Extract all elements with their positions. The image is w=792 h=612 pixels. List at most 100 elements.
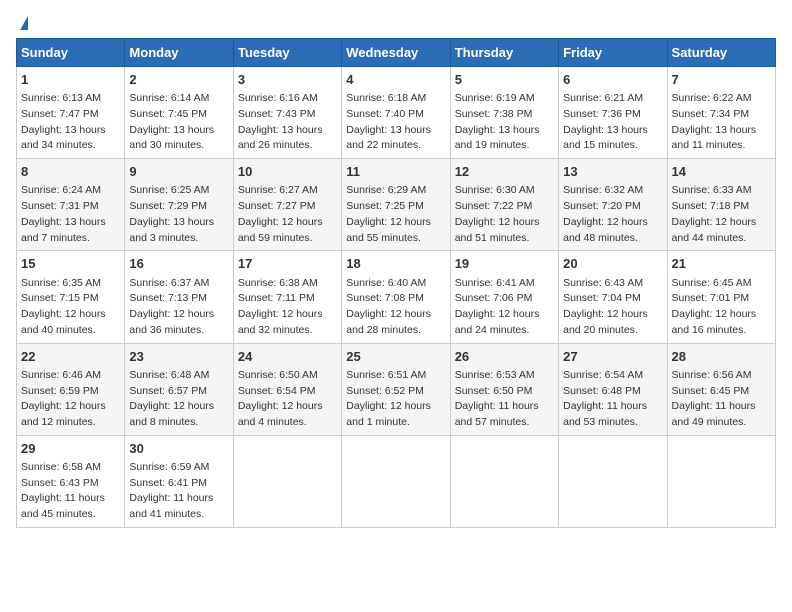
calendar-cell: 5 Sunrise: 6:19 AM Sunset: 7:38 PM Daylig… xyxy=(450,67,558,159)
day-number: 5 xyxy=(455,71,554,89)
calendar-header-sunday: Sunday xyxy=(17,39,125,67)
day-number: 12 xyxy=(455,163,554,181)
day-number: 30 xyxy=(129,440,228,458)
day-info: Sunrise: 6:19 AM Sunset: 7:38 PM Dayligh… xyxy=(455,91,554,154)
calendar-cell: 16 Sunrise: 6:37 AM Sunset: 7:13 PM Dayli… xyxy=(125,251,233,343)
day-info: Sunrise: 6:25 AM Sunset: 7:29 PM Dayligh… xyxy=(129,183,228,246)
day-info: Sunrise: 6:41 AM Sunset: 7:06 PM Dayligh… xyxy=(455,276,554,339)
day-number: 6 xyxy=(563,71,662,89)
day-number: 21 xyxy=(672,255,771,273)
calendar-week-row-2: 8 Sunrise: 6:24 AM Sunset: 7:31 PM Daylig… xyxy=(17,159,776,251)
calendar-cell: 28Sunrise: 6:56 AM Sunset: 6:45 PM Dayli… xyxy=(667,343,775,435)
day-number: 1 xyxy=(21,71,120,89)
day-info: Sunrise: 6:24 AM Sunset: 7:31 PM Dayligh… xyxy=(21,183,120,246)
day-info: Sunrise: 6:54 AM Sunset: 6:48 PM Dayligh… xyxy=(563,368,662,431)
day-number: 14 xyxy=(672,163,771,181)
calendar-header-saturday: Saturday xyxy=(667,39,775,67)
day-number: 20 xyxy=(563,255,662,273)
calendar-cell: 24 Sunrise: 6:50 AM Sunset: 6:54 PM Dayli… xyxy=(233,343,341,435)
day-info: Sunrise: 6:46 AM Sunset: 6:59 PM Dayligh… xyxy=(21,368,120,431)
calendar-cell: 22 Sunrise: 6:46 AM Sunset: 6:59 PM Dayli… xyxy=(17,343,125,435)
calendar-table: SundayMondayTuesdayWednesdayThursdayFrid… xyxy=(16,38,776,528)
day-number: 27 xyxy=(563,348,662,366)
day-info: Sunrise: 6:43 AM Sunset: 7:04 PM Dayligh… xyxy=(563,276,662,339)
day-number: 11 xyxy=(346,163,445,181)
calendar-header-wednesday: Wednesday xyxy=(342,39,450,67)
calendar-cell: 15 Sunrise: 6:35 AM Sunset: 7:15 PM Dayli… xyxy=(17,251,125,343)
day-info: Sunrise: 6:21 AM Sunset: 7:36 PM Dayligh… xyxy=(563,91,662,154)
day-info: Sunrise: 6:50 AM Sunset: 6:54 PM Dayligh… xyxy=(238,368,337,431)
logo-triangle-icon xyxy=(20,16,28,30)
day-number: 22 xyxy=(21,348,120,366)
day-info: Sunrise: 6:37 AM Sunset: 7:13 PM Dayligh… xyxy=(129,276,228,339)
day-info: Sunrise: 6:13 AM Sunset: 7:47 PM Dayligh… xyxy=(21,91,120,154)
day-info: Sunrise: 6:35 AM Sunset: 7:15 PM Dayligh… xyxy=(21,276,120,339)
day-number: 24 xyxy=(238,348,337,366)
day-info: Sunrise: 6:18 AM Sunset: 7:40 PM Dayligh… xyxy=(346,91,445,154)
day-number: 19 xyxy=(455,255,554,273)
calendar-cell xyxy=(233,435,341,527)
calendar-cell: 13 Sunrise: 6:32 AM Sunset: 7:20 PM Dayli… xyxy=(559,159,667,251)
day-number: 15 xyxy=(21,255,120,273)
calendar-cell: 29 Sunrise: 6:58 AM Sunset: 6:43 PM Dayli… xyxy=(17,435,125,527)
day-number: 29 xyxy=(21,440,120,458)
day-info: Sunrise: 6:22 AM Sunset: 7:34 PM Dayligh… xyxy=(672,91,771,154)
calendar-header-monday: Monday xyxy=(125,39,233,67)
calendar-cell: 3 Sunrise: 6:16 AM Sunset: 7:43 PM Daylig… xyxy=(233,67,341,159)
day-number: 16 xyxy=(129,255,228,273)
day-info: Sunrise: 6:30 AM Sunset: 7:22 PM Dayligh… xyxy=(455,183,554,246)
calendar-header-thursday: Thursday xyxy=(450,39,558,67)
calendar-cell: 10 Sunrise: 6:27 AM Sunset: 7:27 PM Dayli… xyxy=(233,159,341,251)
calendar-week-row-4: 22 Sunrise: 6:46 AM Sunset: 6:59 PM Dayli… xyxy=(17,343,776,435)
calendar-cell: 7 Sunrise: 6:22 AM Sunset: 7:34 PM Daylig… xyxy=(667,67,775,159)
day-info: Sunrise: 6:51 AM Sunset: 6:52 PM Dayligh… xyxy=(346,368,445,431)
calendar-week-row-5: 29 Sunrise: 6:58 AM Sunset: 6:43 PM Dayli… xyxy=(17,435,776,527)
day-number: 9 xyxy=(129,163,228,181)
calendar-cell: 23 Sunrise: 6:48 AM Sunset: 6:57 PM Dayli… xyxy=(125,343,233,435)
calendar-cell: 6 Sunrise: 6:21 AM Sunset: 7:36 PM Daylig… xyxy=(559,67,667,159)
day-number: 7 xyxy=(672,71,771,89)
calendar-cell: 17Sunrise: 6:38 AM Sunset: 7:11 PM Dayli… xyxy=(233,251,341,343)
calendar-cell xyxy=(450,435,558,527)
day-info: Sunrise: 6:14 AM Sunset: 7:45 PM Dayligh… xyxy=(129,91,228,154)
calendar-cell: 12 Sunrise: 6:30 AM Sunset: 7:22 PM Dayli… xyxy=(450,159,558,251)
day-number: 2 xyxy=(129,71,228,89)
day-number: 13 xyxy=(563,163,662,181)
day-number: 4 xyxy=(346,71,445,89)
day-info: Sunrise: 6:58 AM Sunset: 6:43 PM Dayligh… xyxy=(21,460,120,523)
day-info: Sunrise: 6:16 AM Sunset: 7:43 PM Dayligh… xyxy=(238,91,337,154)
day-number: 3 xyxy=(238,71,337,89)
calendar-cell: 2 Sunrise: 6:14 AM Sunset: 7:45 PM Daylig… xyxy=(125,67,233,159)
calendar-cell: 1 Sunrise: 6:13 AM Sunset: 7:47 PM Daylig… xyxy=(17,67,125,159)
header xyxy=(16,16,776,30)
day-info: Sunrise: 6:27 AM Sunset: 7:27 PM Dayligh… xyxy=(238,183,337,246)
day-number: 8 xyxy=(21,163,120,181)
calendar-cell: 27 Sunrise: 6:54 AM Sunset: 6:48 PM Dayli… xyxy=(559,343,667,435)
calendar-cell xyxy=(559,435,667,527)
calendar-header-row: SundayMondayTuesdayWednesdayThursdayFrid… xyxy=(17,39,776,67)
day-info: Sunrise: 6:45 AM Sunset: 7:01 PM Dayligh… xyxy=(672,276,771,339)
day-info: Sunrise: 6:38 AM Sunset: 7:11 PM Dayligh… xyxy=(238,276,337,339)
day-number: 25 xyxy=(346,348,445,366)
calendar-cell: 8 Sunrise: 6:24 AM Sunset: 7:31 PM Daylig… xyxy=(17,159,125,251)
calendar-cell: 21 Sunrise: 6:45 AM Sunset: 7:01 PM Dayli… xyxy=(667,251,775,343)
day-number: 26 xyxy=(455,348,554,366)
calendar-header-friday: Friday xyxy=(559,39,667,67)
logo xyxy=(16,16,28,30)
calendar-cell xyxy=(342,435,450,527)
calendar-week-row-1: 1 Sunrise: 6:13 AM Sunset: 7:47 PM Daylig… xyxy=(17,67,776,159)
day-info: Sunrise: 6:48 AM Sunset: 6:57 PM Dayligh… xyxy=(129,368,228,431)
day-number: 18 xyxy=(346,255,445,273)
day-info: Sunrise: 6:56 AM Sunset: 6:45 PM Dayligh… xyxy=(672,368,771,431)
day-info: Sunrise: 6:40 AM Sunset: 7:08 PM Dayligh… xyxy=(346,276,445,339)
day-number: 10 xyxy=(238,163,337,181)
calendar-cell xyxy=(667,435,775,527)
calendar-header-tuesday: Tuesday xyxy=(233,39,341,67)
day-number: 23 xyxy=(129,348,228,366)
day-info: Sunrise: 6:29 AM Sunset: 7:25 PM Dayligh… xyxy=(346,183,445,246)
calendar-cell: 26 Sunrise: 6:53 AM Sunset: 6:50 PM Dayli… xyxy=(450,343,558,435)
day-info: Sunrise: 6:53 AM Sunset: 6:50 PM Dayligh… xyxy=(455,368,554,431)
calendar-cell: 30Sunrise: 6:59 AM Sunset: 6:41 PM Dayli… xyxy=(125,435,233,527)
calendar-cell: 18 Sunrise: 6:40 AM Sunset: 7:08 PM Dayli… xyxy=(342,251,450,343)
day-info: Sunrise: 6:32 AM Sunset: 7:20 PM Dayligh… xyxy=(563,183,662,246)
